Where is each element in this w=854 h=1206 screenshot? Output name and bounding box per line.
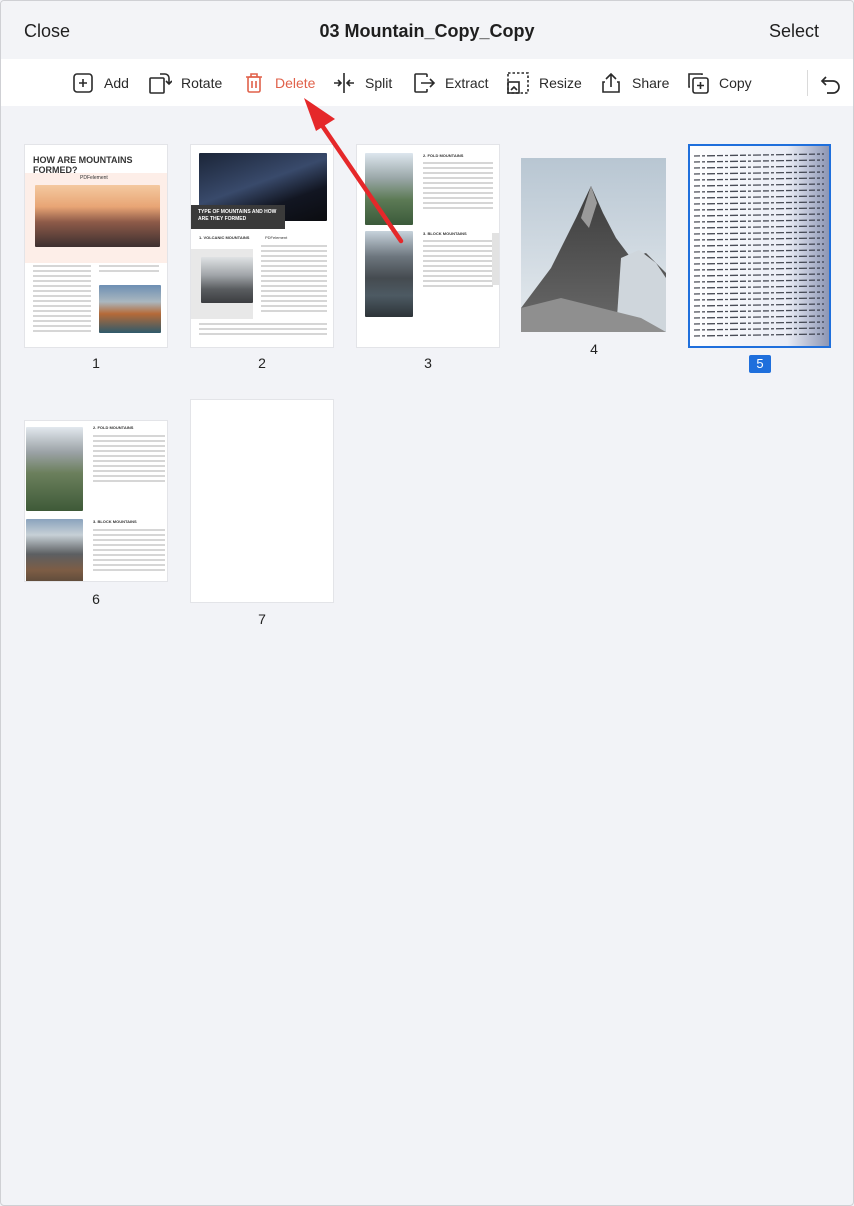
page-2-text-column [261,245,327,315]
page-1-text-column-2 [99,265,159,275]
page-number-2: 2 [258,355,266,371]
page-toolbar: Add Rotate Delete Split Extract Resize S… [1,59,853,106]
select-button[interactable]: Select [769,21,819,42]
page-number-1: 1 [92,355,100,371]
share-icon [602,72,620,93]
resize-icon [507,72,529,94]
page-2-volcano-image [201,257,253,303]
page-2-banner-text: TYPE OF MOUNTAINS AND HOW ARE THEY FORME… [198,209,277,222]
page-1-brand: PDFelement [80,175,108,181]
copy-button[interactable]: Copy [686,69,752,97]
page-number-7: 7 [258,611,266,627]
page-number-4: 4 [590,341,598,357]
split-label: Split [365,75,393,91]
page-number-6: 6 [92,591,100,607]
page-3-fold-image [365,153,413,225]
split-icon [334,73,354,93]
add-label: Add [104,75,129,91]
page-number-3: 3 [424,355,432,371]
page-number-5-selected: 5 [749,355,771,373]
page-6-text-b [93,529,165,574]
page-3-section-a: 2. FOLD MOUNTAINS [423,153,464,158]
page-6-fold-image [26,427,83,511]
delete-label: Delete [275,75,316,91]
add-button[interactable]: Add [71,69,129,97]
page-3-block-image [365,231,413,317]
page-thumbnail-5[interactable] [688,144,831,348]
page-thumbnail-1[interactable]: HOW ARE MOUNTAINS FORMED? PDFelement [24,144,168,348]
page-2-brand: PDFelement [265,235,288,240]
page-4-mountain-photo [521,158,666,332]
trash-icon [246,73,262,93]
resize-label: Resize [539,75,582,91]
resize-button[interactable]: Resize [506,69,582,97]
page-thumbnail-2[interactable]: TYPE OF MOUNTAINS AND HOW ARE THEY FORME… [190,144,334,348]
nav-bar: Close 03 Mountain_Copy_Copy Select [1,1,853,59]
page-5-rotated-text-scan [690,146,829,346]
page-3-scroll-marker [492,233,499,285]
toolbar-divider [807,70,808,96]
share-label: Share [632,75,670,91]
copy-label: Copy [719,75,752,91]
page-3-text-b [423,240,493,290]
page-thumbnail-4[interactable] [521,158,666,332]
rotate-icon [149,73,172,94]
extract-button[interactable]: Extract [412,69,489,97]
undo-icon[interactable] [818,71,842,95]
page-6-section-b: 3. BLOCK MOUNTAINS [93,519,137,524]
share-button[interactable]: Share [599,69,669,97]
page-thumbnail-7[interactable] [190,399,334,603]
app-frame: Close 03 Mountain_Copy_Copy Select Add R… [0,0,854,1206]
copy-icon [688,73,709,94]
page-6-block-image [26,519,83,581]
page-6-section-a: 2. FOLD MOUNTAINS [93,425,134,430]
delete-button[interactable]: Delete [242,69,315,97]
document-title: 03 Mountain_Copy_Copy [319,21,535,41]
page-2-footer-text [199,323,327,338]
page-3-section-b: 3. BLOCK MOUNTAINS [423,231,467,236]
page-1-lake-image [99,285,161,333]
page-2-section: 1. VOLCANIC MOUNTAINS [199,235,250,240]
extract-icon [414,73,436,93]
page-1-title: HOW ARE MOUNTAINS FORMED? [33,155,133,175]
rotate-button[interactable]: Rotate [148,69,222,97]
rotate-label: Rotate [181,75,223,91]
page-2-banner: TYPE OF MOUNTAINS AND HOW ARE THEY FORME… [191,205,285,229]
add-page-icon [73,73,93,93]
split-button[interactable]: Split [332,69,392,97]
extract-label: Extract [445,75,489,91]
page-thumbnail-3[interactable]: 2. FOLD MOUNTAINS 3. BLOCK MOUNTAINS [356,144,500,348]
page-thumbnail-6[interactable]: 2. FOLD MOUNTAINS 3. BLOCK MOUNTAINS [24,420,168,582]
page-1-mountain-image [35,185,160,247]
page-1-text-column [33,265,91,335]
page-6-text-a [93,435,165,485]
page-3-text-a [423,162,493,212]
